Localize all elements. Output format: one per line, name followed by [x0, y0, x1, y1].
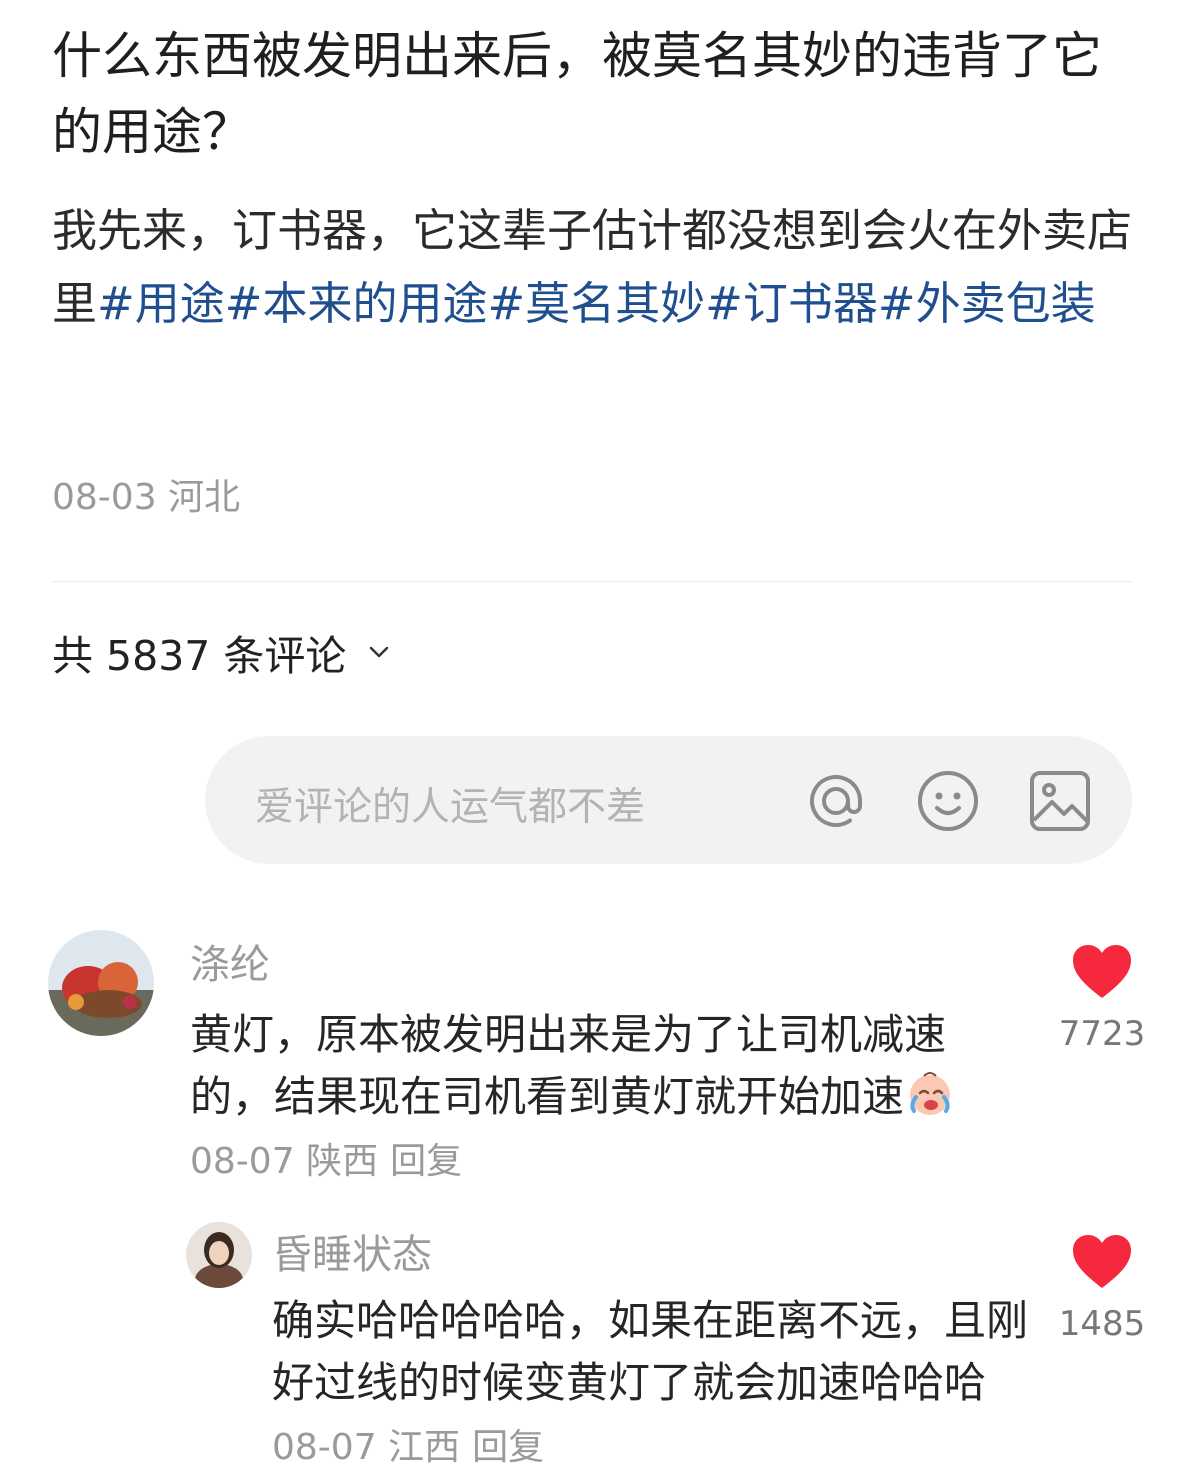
comment-body: 黄灯，原本被发明出来是为了让司机减速的，结果现在司机看到黄灯就开始加速	[190, 1010, 947, 1121]
comment-text: 黄灯，原本被发明出来是为了让司机减速的，结果现在司机看到黄灯就开始加速 08-0…	[190, 1004, 990, 1193]
comment-meta: 08-07 江西	[272, 1427, 460, 1468]
hashtag[interactable]: #莫名其妙	[487, 277, 705, 330]
hashtag[interactable]: #订书器	[705, 277, 878, 330]
hashtag[interactable]: #外卖包装	[878, 277, 1096, 330]
comment-date: 08-07	[272, 1427, 377, 1468]
post-detail-page: 什么东西被发明出来后，被莫名其妙的违背了它的用途？ 我先来，订书器，它这辈子估计…	[0, 0, 1179, 1473]
avatar[interactable]	[48, 930, 154, 1036]
avatar-image	[48, 930, 154, 1036]
comment-input[interactable]: 爱评论的人运气都不差	[205, 736, 1132, 864]
post-location: 河北	[168, 477, 241, 518]
chevron-down-icon	[370, 646, 389, 658]
post-date: 08-03	[52, 477, 157, 518]
hashtag[interactable]: #用途	[97, 277, 225, 330]
hashtag[interactable]: #本来的用途	[225, 277, 488, 330]
comment-location: 江西	[388, 1427, 461, 1468]
comment-text: 确实哈哈哈哈哈，如果在距离不远，且刚好过线的时候变黄灯了就会加速哈哈哈 08-0…	[272, 1290, 1032, 1473]
avatar-image	[186, 1222, 252, 1288]
post-meta: 08-03 河北	[52, 468, 240, 520]
comment-date: 08-07	[190, 1141, 295, 1182]
avatar[interactable]	[186, 1222, 252, 1288]
comment-meta: 08-07 陕西	[190, 1141, 378, 1182]
comment-input-placeholder: 爱评论的人运气都不差	[255, 785, 646, 830]
image-icon[interactable]	[1027, 768, 1093, 834]
comment-location: 陕西	[306, 1141, 379, 1182]
at-icon[interactable]	[803, 768, 869, 834]
comment-count-label: 共 5837 条评论	[52, 632, 347, 680]
post-title: 什么东西被发明出来后，被莫名其妙的违背了它的用途？	[52, 27, 1102, 161]
like-count: 7723	[1058, 1014, 1146, 1054]
like-count: 1485	[1058, 1304, 1146, 1344]
like-button[interactable]: 1485	[1052, 1234, 1152, 1344]
post-body: 我先来，订书器，它这辈子估计都没想到会火在外卖店里#用途#本来的用途#莫名其妙#…	[52, 194, 1142, 340]
reply-button[interactable]: 回复	[390, 1141, 462, 1182]
emoji-icon[interactable]	[915, 768, 981, 834]
divider	[52, 581, 1132, 582]
comment-body: 确实哈哈哈哈哈，如果在距离不远，且刚好过线的时候变黄灯了就会加速哈哈哈	[272, 1296, 1029, 1407]
comment-count-toggle[interactable]: 共 5837 条评论	[52, 622, 394, 682]
reply-button[interactable]: 回复	[472, 1427, 544, 1468]
heart-icon	[1073, 945, 1131, 998]
comment-username[interactable]: 涤纶	[190, 932, 270, 990]
crying-laughing-emoji-icon	[910, 1072, 951, 1115]
comment-username[interactable]: 昏睡状态	[272, 1222, 432, 1280]
heart-icon	[1073, 1235, 1131, 1288]
like-button[interactable]: 7723	[1052, 944, 1152, 1054]
